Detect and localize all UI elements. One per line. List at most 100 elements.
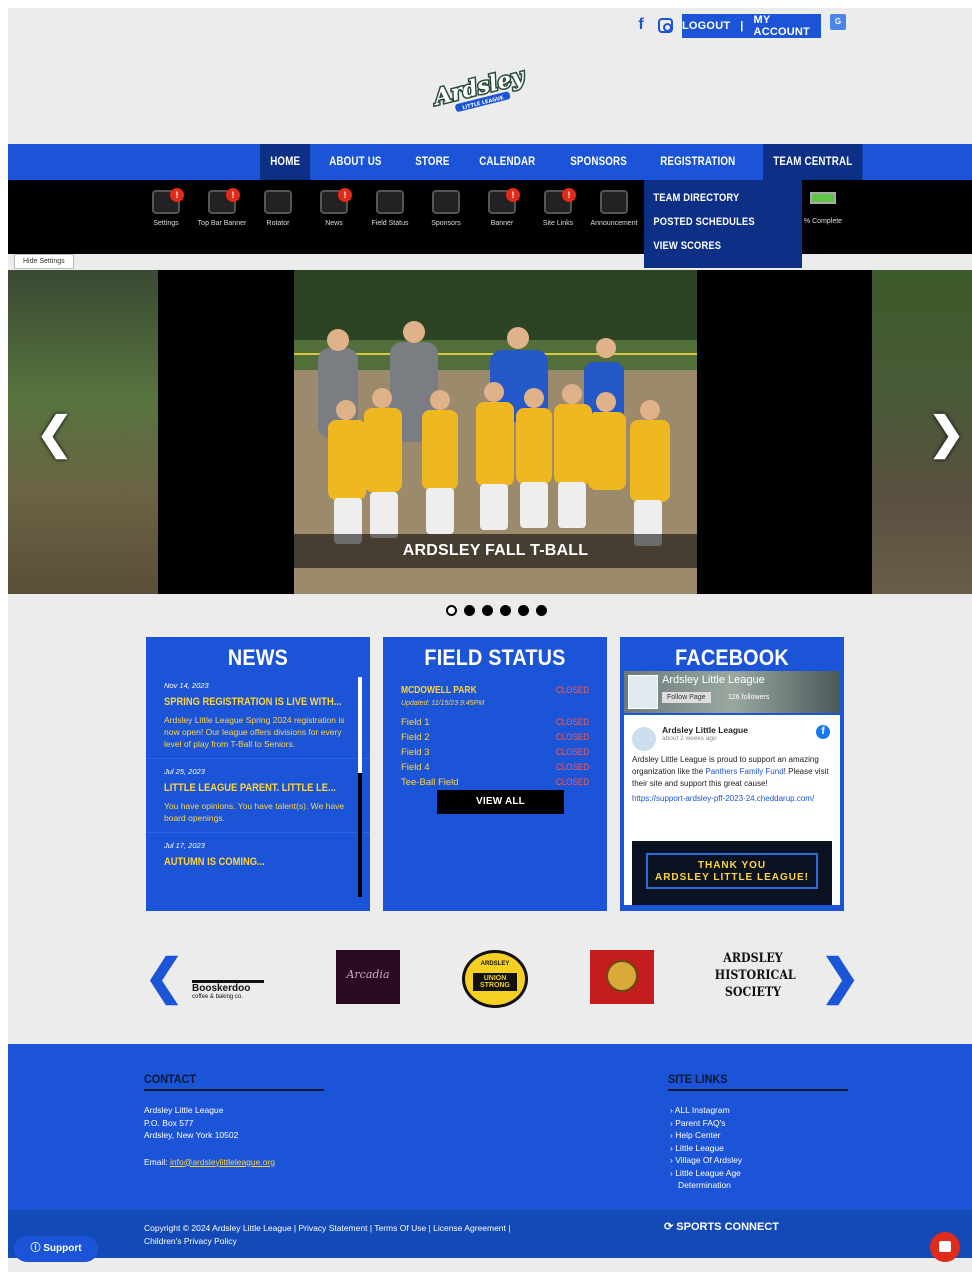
sports-connect-logo[interactable]: ⟳ SPORTS CONNECT bbox=[664, 1220, 779, 1233]
facebook-page-header[interactable]: Ardsley Little League Follow Page 126 fo… bbox=[624, 671, 840, 713]
site-link[interactable]: › Parent FAQ's bbox=[670, 1117, 760, 1130]
page-frame: f LOGOUT | MY ACCOUNT G Ardsley LITTLE L… bbox=[8, 8, 972, 1272]
hero-slider: ARDSLEY FALL T-BALL ❮ ❯ bbox=[8, 270, 972, 594]
field-status-panel: FIELD STATUS MCDOWELL PARK CLOSED Update… bbox=[383, 637, 607, 911]
sponsors-next-button[interactable]: ❯ bbox=[820, 954, 860, 1002]
support-button[interactable]: ⓘ Support bbox=[14, 1236, 98, 1262]
logout-link[interactable]: LOGOUT bbox=[682, 20, 730, 32]
settings-item-banner[interactable]: ! Banner bbox=[474, 188, 530, 227]
facebook-page-avatar bbox=[628, 675, 658, 709]
site-link[interactable]: › Village Of Ardsley bbox=[670, 1154, 760, 1167]
sponsors-prev-button[interactable]: ❮ bbox=[144, 954, 184, 1002]
instagram-icon[interactable] bbox=[658, 17, 673, 33]
settings-item-top-bar-banner[interactable]: ! Top Bar Banner bbox=[194, 188, 250, 227]
settings-item-announcement[interactable]: Announcement bbox=[586, 190, 642, 227]
slider-dot[interactable] bbox=[518, 605, 529, 616]
warning-icon: ! bbox=[170, 188, 184, 202]
slider-dot[interactable] bbox=[482, 605, 493, 616]
nav-sponsors[interactable]: SPONSORS bbox=[560, 144, 637, 180]
post-inline-link[interactable]: Panthers Family Fund bbox=[705, 767, 783, 776]
settings-item-rotator[interactable]: Rotator bbox=[250, 190, 306, 227]
news-item[interactable]: Jul 17, 2023 AUTUMN IS COMING... bbox=[146, 833, 370, 876]
settings-item-site-links[interactable]: ! Site Links bbox=[530, 188, 586, 227]
google-translate-icon[interactable]: G bbox=[830, 14, 846, 30]
settings-item-label: Announcement bbox=[590, 220, 638, 227]
settings-item-field-status[interactable]: Field Status bbox=[362, 190, 418, 227]
slider-dot[interactable] bbox=[446, 605, 457, 616]
slide-preview-left bbox=[8, 270, 158, 594]
nav-calendar[interactable]: CALENDAR bbox=[469, 144, 546, 180]
site-links-list: › ALL Instagram › Parent FAQ's › Help Ce… bbox=[670, 1104, 760, 1192]
account-bar: LOGOUT | MY ACCOUNT bbox=[682, 14, 821, 38]
league-logo[interactable]: Ardsley LITTLE LEAGUE bbox=[432, 66, 528, 116]
site-footer: CONTACT Ardsley Little League P.O. Box 5… bbox=[8, 1044, 972, 1210]
site-link[interactable]: › ALL Instagram bbox=[670, 1104, 760, 1117]
settings-item-icon bbox=[376, 190, 404, 214]
menu-posted-schedules[interactable]: POSTED SCHEDULES bbox=[644, 214, 778, 238]
post-url-link[interactable]: https://support-ardsley-pff-2023-24.ched… bbox=[632, 793, 832, 805]
sponsor-logo-union-strong[interactable]: ARDSLEY UNION STRONG bbox=[462, 950, 528, 1008]
settings-item-news[interactable]: ! News bbox=[306, 188, 362, 227]
park-status-row: MCDOWELL PARK CLOSED bbox=[401, 685, 589, 700]
site-header: f LOGOUT | MY ACCOUNT G Ardsley LITTLE L… bbox=[8, 8, 972, 144]
slider-dot[interactable] bbox=[536, 605, 547, 616]
news-item[interactable]: Jul 25, 2023 LITTLE LEAGUE PARENT. LITTL… bbox=[146, 759, 370, 833]
post-author[interactable]: Ardsley Little League bbox=[662, 725, 832, 735]
post-avatar bbox=[632, 727, 656, 751]
settings-item-settings[interactable]: ! Settings bbox=[138, 188, 194, 227]
post-time: about 2 weeks ago bbox=[662, 735, 717, 742]
hide-settings-button[interactable]: Hide Settings bbox=[14, 254, 74, 269]
follow-page-button[interactable]: Follow Page bbox=[662, 692, 711, 703]
facebook-icon[interactable]: f bbox=[632, 16, 650, 34]
settings-item-icon bbox=[264, 190, 292, 214]
facebook-page-name[interactable]: Ardsley Little League bbox=[662, 674, 765, 686]
sponsor-logo-booskerdoo[interactable]: Booskerdoo coffee & baking co. bbox=[192, 950, 292, 1006]
slider-dot[interactable] bbox=[464, 605, 475, 616]
slider-prev-button[interactable]: ❮ bbox=[36, 412, 73, 456]
news-headline[interactable]: AUTUMN IS COMING... bbox=[164, 856, 324, 868]
site-link[interactable]: › Help Center bbox=[670, 1129, 760, 1142]
nav-registration[interactable]: REGISTRATION bbox=[650, 144, 746, 180]
view-all-button[interactable]: VIEW ALL bbox=[437, 790, 564, 814]
nav-team-central[interactable]: TEAM CENTRAL bbox=[762, 144, 863, 180]
post-image[interactable]: THANK YOU ARDSLEY LITTLE LEAGUE! bbox=[632, 841, 832, 905]
settings-item-label: Rotator bbox=[266, 220, 290, 227]
nav-home[interactable]: HOME bbox=[260, 144, 311, 180]
menu-team-directory[interactable]: TEAM DIRECTORY bbox=[644, 190, 778, 214]
nav-about-us[interactable]: ABOUT US bbox=[319, 144, 392, 180]
progress-bar bbox=[810, 192, 836, 204]
news-item[interactable]: Nov 14, 2023 SPRING REGISTRATION IS LIVE… bbox=[146, 673, 370, 759]
slide-caption: ARDSLEY FALL T-BALL bbox=[294, 534, 697, 568]
slider-dot[interactable] bbox=[500, 605, 511, 616]
facebook-icon[interactable]: f bbox=[816, 725, 830, 739]
contact-address: Ardsley Little League P.O. Box 577 Ardsl… bbox=[144, 1105, 276, 1167]
settings-item-label: Settings bbox=[153, 220, 179, 227]
sponsor-logo-arcadia[interactable]: Arcadia bbox=[336, 950, 400, 1004]
field-status-title: FIELD STATUS bbox=[424, 645, 566, 670]
nav-store[interactable]: STORE bbox=[405, 144, 460, 180]
my-account-link[interactable]: MY ACCOUNT bbox=[754, 14, 821, 38]
menu-view-scores[interactable]: VIEW SCORES bbox=[644, 238, 778, 262]
field-updated: Updated: 11/15/23 9:45PM bbox=[401, 700, 485, 707]
slide-team-photo: ARDSLEY FALL T-BALL bbox=[294, 270, 697, 594]
settings-item-label: Field Status bbox=[371, 220, 409, 227]
post-text: Ardsley Little League is proud to suppor… bbox=[632, 755, 829, 788]
settings-item-icon bbox=[600, 190, 628, 214]
news-title: NEWS bbox=[227, 645, 289, 670]
site-link[interactable]: › Little League Age Determination bbox=[670, 1167, 760, 1192]
contact-email-link[interactable]: info@ardsleylittleleague.org bbox=[170, 1157, 275, 1167]
chat-icon[interactable] bbox=[930, 1232, 960, 1262]
news-headline[interactable]: LITTLE LEAGUE PARENT. LITTLE LE... bbox=[164, 782, 336, 794]
admin-settings-bar: ! Settings ! Top Bar Banner Rotator ! News Fiel… bbox=[8, 180, 972, 254]
warning-icon: ! bbox=[562, 188, 576, 202]
settings-item-sponsors[interactable]: Sponsors bbox=[418, 190, 474, 227]
slider-next-button[interactable]: ❯ bbox=[928, 412, 965, 456]
settings-item-icon bbox=[432, 190, 460, 214]
site-link[interactable]: › Little League bbox=[670, 1142, 760, 1155]
news-scrollbar-thumb[interactable] bbox=[358, 677, 362, 773]
sponsor-logo-seal[interactable] bbox=[590, 950, 654, 1004]
settings-item-label: Sponsors bbox=[431, 220, 461, 227]
sponsor-logo-historical-society[interactable]: ARDSLEY HISTORICAL SOCIETY bbox=[708, 950, 798, 1006]
news-headline[interactable]: SPRING REGISTRATION IS LIVE WITH... bbox=[164, 696, 341, 708]
park-name: MCDOWELL PARK bbox=[401, 685, 477, 696]
